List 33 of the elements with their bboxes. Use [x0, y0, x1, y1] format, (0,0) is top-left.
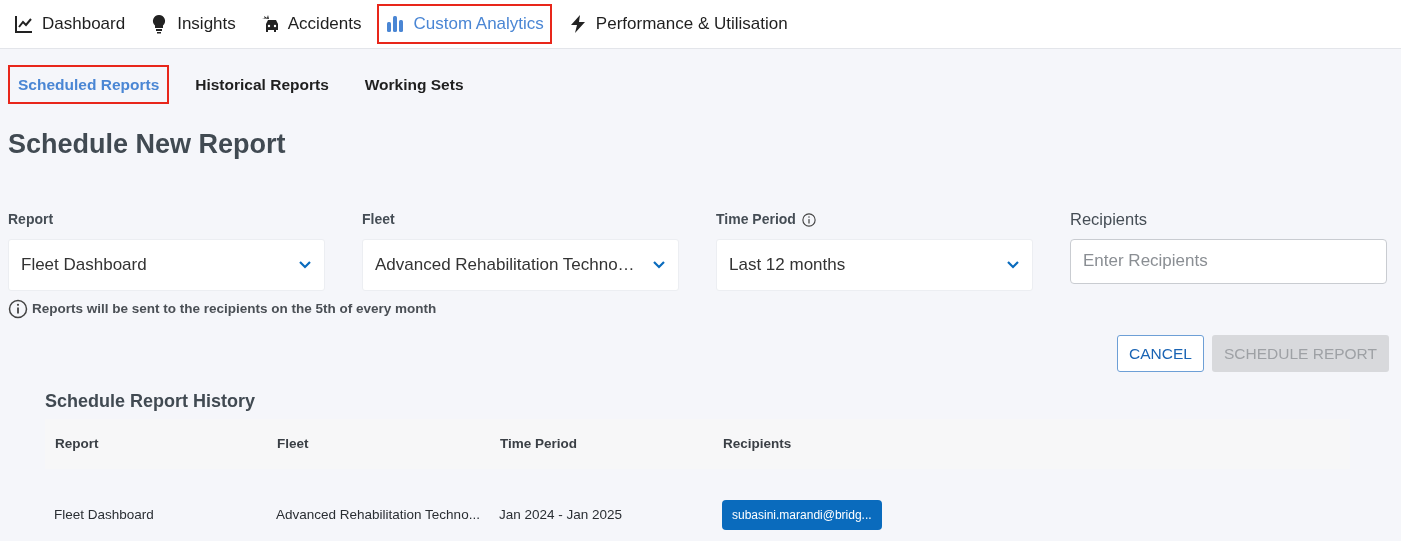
column-header: Time Period: [500, 434, 579, 453]
field-label: Time Period: [716, 210, 796, 230]
bar-chart-icon: [385, 14, 406, 34]
page-title: Schedule New Report: [8, 128, 287, 161]
chevron-down-icon: [652, 259, 666, 270]
field-label: Recipients: [1070, 209, 1148, 231]
column-header: Report: [55, 434, 100, 453]
chevron-down-icon: [1006, 259, 1020, 270]
info-icon: [8, 298, 28, 319]
dropdown[interactable]: Fleet Dashboard: [8, 238, 325, 291]
table-cell-text: Fleet Dashboard: [54, 505, 155, 524]
table-cell-text: Advanced Rehabilitation Techno...: [276, 505, 481, 524]
nav-tab[interactable]: Accidents: [251, 4, 370, 44]
field-label: Report: [8, 210, 54, 230]
sub-tab[interactable]: Working Sets: [354, 65, 474, 105]
dropdown[interactable]: Last 12 months: [716, 238, 1033, 291]
nav-tab[interactable]: Custom Analytics: [377, 4, 552, 44]
cancel-button[interactable]: CANCEL: [1117, 334, 1204, 372]
recipient-chip[interactable]: subasini.marandi@bridg...: [722, 499, 882, 530]
field-label: Fleet: [362, 210, 395, 230]
table-cell-text: Jan 2024 - Jan 2025: [499, 505, 624, 524]
nav-tab[interactable]: Dashboard: [6, 4, 134, 44]
chart-icon: [14, 14, 34, 34]
column-header: Fleet: [277, 434, 310, 453]
chevron-down-icon: [298, 259, 312, 270]
recipients-input[interactable]: Enter Recipients: [1070, 238, 1387, 284]
sub-tab[interactable]: Historical Reports: [185, 65, 339, 105]
nav-tab[interactable]: Performance & Utilisation: [559, 4, 796, 44]
column-header: Recipients: [723, 434, 793, 453]
dropdown[interactable]: Advanced Rehabilitation Techno…: [362, 238, 679, 291]
info-note: Reports will be sent to the recipients on the 5th of every month: [32, 299, 437, 318]
nav-tab[interactable]: Insights: [141, 4, 244, 44]
section-title: Schedule Report History: [45, 389, 257, 413]
